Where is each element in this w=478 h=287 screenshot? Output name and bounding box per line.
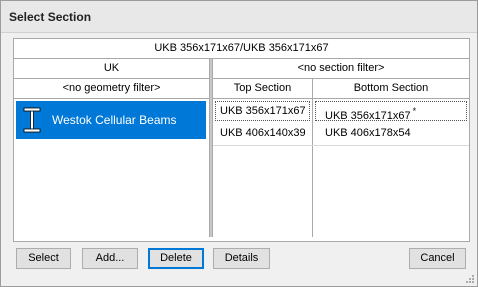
- table-row-2-top[interactable]: UKB 406x140x39: [215, 123, 310, 143]
- cancel-button[interactable]: Cancel: [409, 248, 466, 269]
- geometry-list: UK <no geometry filter> Westok Cellular …: [14, 59, 209, 237]
- table-row-2-bottom[interactable]: UKB 406x178x54: [315, 123, 467, 143]
- section-filter[interactable]: <no section filter>: [213, 59, 469, 79]
- window-title: Select Section: [9, 10, 92, 24]
- section-selection-panel: UKB 356x171x67/UKB 356x171x67 UK <no geo…: [13, 38, 470, 242]
- delete-button[interactable]: Delete: [148, 248, 204, 269]
- list-item-westok-cellular-beams[interactable]: Westok Cellular Beams: [16, 101, 206, 139]
- table-row-1-bottom[interactable]: UKB 356x171x67 *: [315, 101, 467, 122]
- details-button[interactable]: Details: [213, 248, 270, 269]
- resize-grip-icon[interactable]: [465, 274, 475, 284]
- section-grid: <no section filter> Top Section Bottom S…: [213, 59, 469, 237]
- column-header-bottom-section[interactable]: Bottom Section: [313, 79, 469, 99]
- row-divider: [213, 145, 469, 146]
- i-beam-icon: [23, 107, 41, 133]
- select-section-dialog: Select Section UKB 356x171x67/UKB 356x17…: [0, 0, 478, 287]
- add-button[interactable]: Add...: [82, 248, 138, 269]
- cell-text: UKB 406x140x39: [220, 127, 306, 139]
- cell-text: UKB 406x178x54: [325, 127, 411, 139]
- title-bar: Select Section: [1, 1, 477, 33]
- cell-text: UKB 356x171x67: [220, 105, 306, 117]
- column-header-top-section[interactable]: Top Section: [213, 79, 312, 99]
- column-divider: [312, 79, 313, 237]
- geometry-column-header[interactable]: UK: [14, 59, 209, 79]
- geometry-filter[interactable]: <no geometry filter>: [14, 79, 209, 99]
- list-item-label: Westok Cellular Beams: [52, 113, 177, 127]
- current-section-label: UKB 356x171x67/UKB 356x171x67: [14, 39, 469, 59]
- match-marker: *: [412, 106, 417, 116]
- table-row-1-top[interactable]: UKB 356x171x67: [215, 101, 310, 121]
- cell-text: UKB 356x171x67: [325, 109, 411, 122]
- select-button[interactable]: Select: [16, 248, 71, 269]
